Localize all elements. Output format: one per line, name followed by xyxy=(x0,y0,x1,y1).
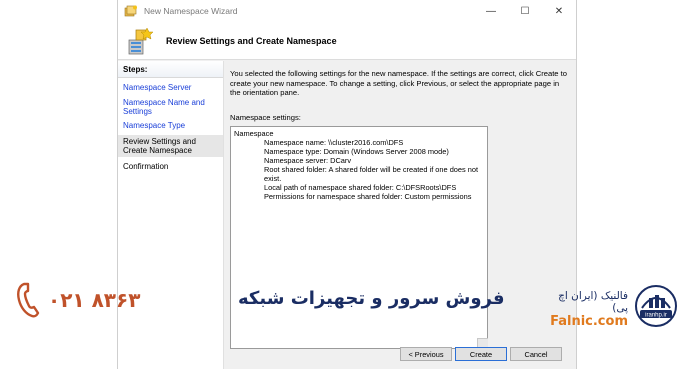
settings-heading: Namespace xyxy=(234,128,274,138)
minimize-button[interactable]: — xyxy=(474,0,508,22)
wizard-buttons: < Previous Create Cancel xyxy=(400,347,562,361)
step-namespace-name-and-settings[interactable]: Namespace Name and Settings xyxy=(118,97,223,116)
setting-line: Permissions for namespace shared folder:… xyxy=(264,191,472,201)
phone-handset-icon xyxy=(17,282,40,318)
step-review-settings: Review Settings and Create Namespace xyxy=(118,135,223,157)
close-button[interactable]: ✕ xyxy=(542,0,576,22)
watermark-brand: فالنیک (ایران اچ پی) Falnic.com xyxy=(548,290,628,329)
intro-text: You selected the following settings for … xyxy=(230,69,567,97)
window-controls: — ☐ ✕ xyxy=(474,0,576,22)
steps-heading: Steps: xyxy=(118,61,223,78)
wizard-body: Steps: Namespace Server Namespace Name a… xyxy=(118,61,576,369)
wizard-header: Review Settings and Create Namespace xyxy=(118,22,576,60)
page-title: Review Settings and Create Namespace xyxy=(166,35,337,46)
title-bar: New Namespace Wizard — ☐ ✕ xyxy=(118,0,576,22)
watermark-phone: ۰۲۱ ۸۳۶۳ xyxy=(16,282,140,318)
step-confirmation: Confirmation xyxy=(123,162,169,171)
setting-line: Namespace type: Domain (Windows Server 2… xyxy=(264,146,449,156)
setting-line: Namespace name: \\cluster2016.com\DFS xyxy=(264,137,404,147)
watermark-phone-number: ۰۲۱ ۸۳۶۳ xyxy=(48,288,141,312)
wizard-app-icon xyxy=(124,5,137,17)
watermark-brand-fa: فالنیک (ایران اچ پی) xyxy=(558,290,628,314)
step-namespace-type[interactable]: Namespace Type xyxy=(118,116,223,135)
setting-line: Local path of namespace shared folder: C… xyxy=(264,182,457,192)
create-button[interactable]: Create xyxy=(455,347,507,361)
settings-textbox[interactable]: Namespace Namespace name: \\cluster2016.… xyxy=(230,125,488,349)
step-namespace-server[interactable]: Namespace Server xyxy=(118,78,223,97)
logo-text: iranhp.ir xyxy=(645,313,667,319)
maximize-button[interactable]: ☐ xyxy=(508,0,542,22)
watermark-tagline: فروش سرور و تجهیزات شبکه xyxy=(238,288,505,309)
cancel-button[interactable]: Cancel xyxy=(510,347,562,361)
wizard-window: New Namespace Wizard — ☐ ✕ Review Settin… xyxy=(117,0,577,369)
setting-line: Root shared folder: A shared folder will… xyxy=(264,164,479,183)
steps-pane: Steps: Namespace Server Namespace Name a… xyxy=(118,61,224,369)
settings-label: Namespace settings: xyxy=(230,112,301,122)
setting-line: Namespace server: DCarv xyxy=(264,155,352,165)
window-title: New Namespace Wizard xyxy=(144,6,238,16)
falnic-logo-icon: iranhp.ir xyxy=(635,285,677,327)
previous-button[interactable]: < Previous xyxy=(400,347,452,361)
watermark-brand-en: Falnic.com xyxy=(550,314,628,329)
namespace-server-icon xyxy=(128,26,154,54)
